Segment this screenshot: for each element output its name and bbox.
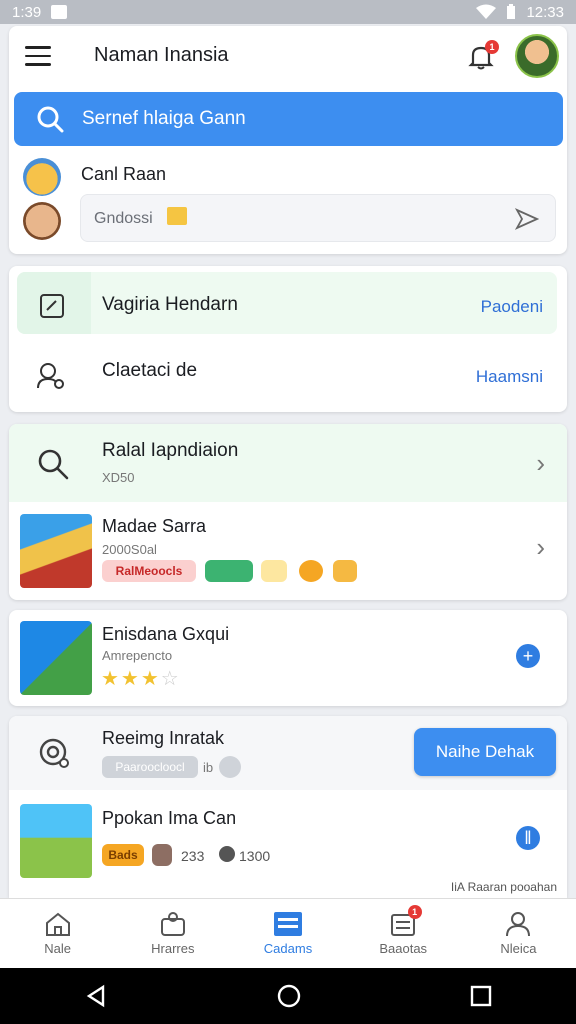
- nav-label: Nale: [44, 941, 71, 956]
- nav-item-games[interactable]: Hrarres: [115, 899, 230, 968]
- trophy-icon: [261, 560, 287, 582]
- send-icon[interactable]: [515, 208, 539, 230]
- nav-label: Hrarres: [151, 941, 195, 956]
- contact-avatar: [23, 158, 61, 196]
- contact-name: Canl Raan: [81, 164, 167, 184]
- item-title: Ppokan Ima Can: [102, 808, 237, 828]
- nav-item-profile[interactable]: Nleica: [461, 899, 576, 968]
- edit-icon: [40, 294, 64, 318]
- play-button[interactable]: ‖: [516, 826, 540, 850]
- list-item[interactable]: Reeimg Inratak Paaroocloocl ib Naihe Deh…: [9, 716, 567, 790]
- green-badge: [205, 560, 253, 582]
- action-label: Vagiria Hendarn: [102, 294, 238, 315]
- chevron-right-icon: ›: [536, 532, 545, 562]
- action-link[interactable]: Paodeni: [481, 297, 543, 317]
- item-tag: Paaroocloocl: [102, 756, 198, 778]
- items-card: Reeimg Inratak Paaroocloocl ib Naihe Deh…: [9, 716, 567, 898]
- status-time-left: 1:39: [12, 3, 42, 21]
- home-circle-icon[interactable]: [276, 983, 302, 1009]
- page-title: Naman Inansia: [94, 44, 229, 66]
- notification-badge: 1: [485, 40, 499, 54]
- action-row-0[interactable]: Vagiria Hendarn Paodeni: [9, 272, 567, 334]
- search-result-title: Ralal Iapndiaion: [102, 440, 239, 461]
- search-icon: [37, 106, 64, 133]
- search-result-subtitle: XD50: [102, 470, 135, 485]
- nav-label: Nleica: [500, 941, 537, 956]
- item-suffix: ib: [203, 760, 214, 775]
- nav-item-cards[interactable]: Cadams: [230, 899, 345, 968]
- action-label: Claetaci de: [102, 360, 198, 381]
- character-icon: [152, 844, 172, 866]
- image-notification-icon: [51, 5, 68, 19]
- results-card: Ralal Iapndiaion XD50 › Madae Sarra 2000…: [9, 424, 567, 600]
- bottom-nav: Nale Hrarres Cadams 1 Baaotas Nleica: [0, 898, 576, 968]
- game-thumbnail: [20, 514, 92, 588]
- settings-icon: [39, 738, 69, 768]
- item-title: Madae Sarra: [102, 516, 207, 536]
- item-card[interactable]: Enisdana Gxqui Amrepencto ★★★☆ +: [9, 610, 567, 706]
- notification-button[interactable]: 1: [467, 40, 499, 72]
- primary-action-button[interactable]: Naihe Dehak: [414, 728, 556, 776]
- coin-icon: [299, 560, 323, 582]
- nav-item-reports[interactable]: 1 Baaotas: [346, 899, 461, 968]
- item-subtitle: 2000S0al: [102, 542, 157, 557]
- chevron-right-icon: ›: [536, 448, 545, 478]
- gamepad-icon: [160, 912, 185, 936]
- header-card: Naman Inansia 1 Sernef hlaiga Gann Canl …: [9, 26, 567, 254]
- battery-icon: [507, 4, 516, 19]
- nav-label: Baaotas: [379, 941, 428, 956]
- search-result-row[interactable]: Ralal Iapndiaion XD50 ›: [9, 424, 567, 502]
- search-input[interactable]: Sernef hlaiga Gann: [82, 108, 246, 130]
- nav-label: Cadams: [263, 941, 313, 956]
- nav-item-home[interactable]: Nale: [0, 899, 115, 968]
- avatar[interactable]: [515, 34, 559, 78]
- menu-icon[interactable]: [25, 46, 51, 68]
- item-title: Reeimg Inratak: [102, 728, 225, 748]
- item-count: 1300: [239, 848, 271, 864]
- system-nav-bar: [0, 968, 576, 1024]
- envelope-icon: [167, 207, 187, 225]
- message-input[interactable]: Gndossi: [80, 194, 556, 242]
- action-link[interactable]: Haamsni: [476, 367, 543, 387]
- game-thumbnail: [20, 621, 92, 695]
- info-icon: [219, 756, 241, 778]
- search-icon: [38, 449, 69, 480]
- tag-badge: RalMeoocls: [102, 560, 196, 582]
- recents-icon[interactable]: [470, 985, 492, 1007]
- list-item[interactable]: Ppokan Ima Can Bads 233 1300 ‖ IiA Raara…: [9, 796, 567, 898]
- item-count: 233: [181, 848, 205, 864]
- item-footer: IiA Raaran pooahan: [450, 880, 557, 894]
- user-avatar: [23, 202, 61, 240]
- actions-card: Vagiria Hendarn Paodeni Claetaci de Haam…: [9, 266, 567, 412]
- tag-badge: Bads: [102, 844, 144, 866]
- game-thumbnail: [20, 804, 92, 878]
- home-icon: [45, 912, 70, 936]
- user-icon: [37, 363, 64, 389]
- status-bar: 1:39 12:33: [0, 0, 576, 24]
- action-row-1[interactable]: Claetaci de Haamsni: [9, 338, 567, 406]
- person-icon: [506, 912, 531, 937]
- coin-icon: [219, 846, 235, 862]
- item-subtitle: Amrepencto: [102, 648, 173, 663]
- wifi-icon: [476, 4, 497, 19]
- nav-badge: 1: [407, 905, 422, 919]
- grid-icon: [333, 560, 357, 582]
- status-time-right: 12:33: [526, 3, 564, 21]
- back-icon[interactable]: [84, 984, 108, 1008]
- search-bar[interactable]: Sernef hlaiga Gann: [14, 92, 563, 146]
- add-button[interactable]: +: [516, 644, 540, 668]
- item-title: Enisdana Gxqui: [102, 624, 230, 644]
- list-item[interactable]: Madae Sarra 2000S0al RalMeoocls ›: [9, 504, 567, 600]
- star-rating: ★★★☆: [101, 668, 181, 690]
- cards-icon: [274, 912, 302, 936]
- message-placeholder: Gndossi: [94, 210, 153, 227]
